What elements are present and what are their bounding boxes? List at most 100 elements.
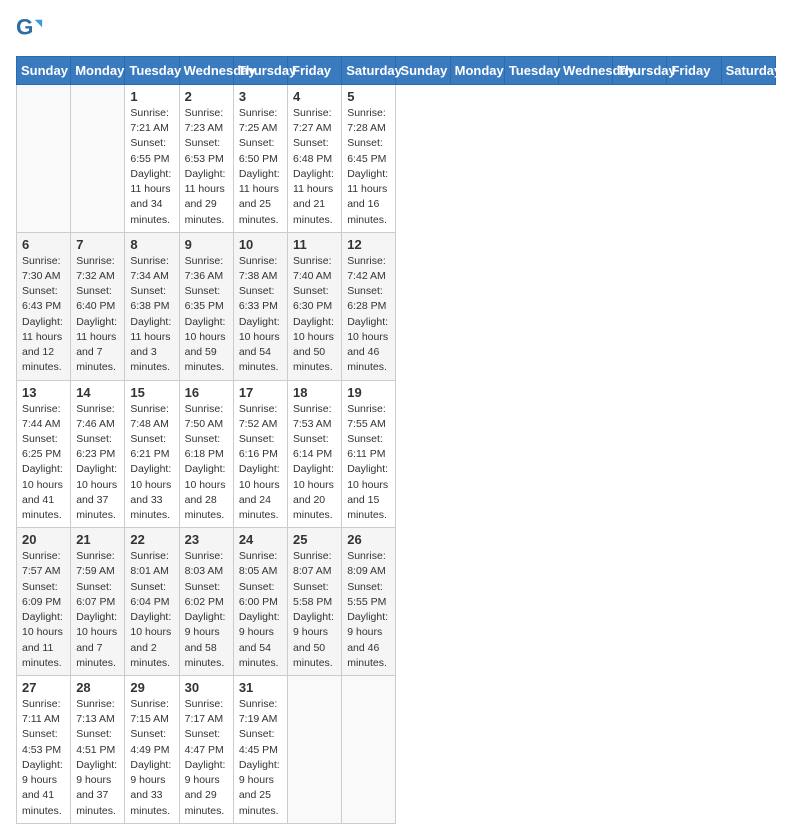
calendar-cell: 5 Sunrise: 7:28 AM Sunset: 6:45 PM Daylig… <box>342 85 396 233</box>
day-header-saturday: Saturday <box>721 57 775 85</box>
calendar-week-row: 27Sunrise: 7:11 AM Sunset: 4:53 PM Dayli… <box>17 676 776 824</box>
day-number: 12 <box>347 237 390 252</box>
calendar-cell: 9Sunrise: 7:36 AM Sunset: 6:35 PM Daylig… <box>179 232 233 380</box>
calendar-cell <box>342 676 396 824</box>
day-number: 31 <box>239 680 282 695</box>
day-number: 9 <box>185 237 228 252</box>
day-number: 13 <box>22 385 65 400</box>
day-number: 5 <box>347 89 390 104</box>
calendar-week-row: 1 Sunrise: 7:21 AM Sunset: 6:55 PM Daylig… <box>17 85 776 233</box>
day-number: 6 <box>22 237 65 252</box>
day-header-friday: Friday <box>288 57 342 85</box>
day-content: Sunrise: 7:13 AM Sunset: 4:51 PM Dayligh… <box>76 697 119 819</box>
day-content: Sunrise: 7:23 AM Sunset: 6:53 PM Dayligh… <box>185 106 228 228</box>
day-content: Sunrise: 7:27 AM Sunset: 6:48 PM Dayligh… <box>293 106 336 228</box>
day-number: 15 <box>130 385 173 400</box>
day-number: 10 <box>239 237 282 252</box>
day-content: Sunrise: 8:07 AM Sunset: 5:58 PM Dayligh… <box>293 549 336 671</box>
day-header-friday: Friday <box>667 57 721 85</box>
day-number: 20 <box>22 532 65 547</box>
calendar-cell <box>17 85 71 233</box>
day-header-sunday: Sunday <box>396 57 450 85</box>
svg-text:G: G <box>16 16 33 40</box>
day-content: Sunrise: 7:28 AM Sunset: 6:45 PM Dayligh… <box>347 106 390 228</box>
day-number: 7 <box>76 237 119 252</box>
day-header-tuesday: Tuesday <box>125 57 179 85</box>
calendar-cell: 7 Sunrise: 7:32 AM Sunset: 6:40 PM Daylig… <box>71 232 125 380</box>
day-number: 8 <box>130 237 173 252</box>
calendar-cell: 12 Sunrise: 7:42 AM Sunset: 6:28 PM Dayli… <box>342 232 396 380</box>
calendar-week-row: 6 Sunrise: 7:30 AM Sunset: 6:43 PM Daylig… <box>17 232 776 380</box>
day-content: Sunrise: 7:40 AM Sunset: 6:30 PM Dayligh… <box>293 254 336 376</box>
day-number: 29 <box>130 680 173 695</box>
calendar-week-row: 20 Sunrise: 7:57 AM Sunset: 6:09 PM Dayli… <box>17 528 776 676</box>
day-content: Sunrise: 7:50 AM Sunset: 6:18 PM Dayligh… <box>185 402 228 524</box>
calendar-cell: 13 Sunrise: 7:44 AM Sunset: 6:25 PM Dayli… <box>17 380 71 528</box>
day-content: Sunrise: 7:34 AM Sunset: 6:38 PM Dayligh… <box>130 254 173 376</box>
day-number: 22 <box>130 532 173 547</box>
calendar-cell: 31 Sunrise: 7:19 AM Sunset: 4:45 PM Dayli… <box>233 676 287 824</box>
logo: G <box>16 16 46 44</box>
calendar-cell: 23 Sunrise: 8:03 AM Sunset: 6:02 PM Dayli… <box>179 528 233 676</box>
calendar-cell: 8 Sunrise: 7:34 AM Sunset: 6:38 PM Daylig… <box>125 232 179 380</box>
calendar-cell: 1 Sunrise: 7:21 AM Sunset: 6:55 PM Daylig… <box>125 85 179 233</box>
calendar-cell: 2 Sunrise: 7:23 AM Sunset: 6:53 PM Daylig… <box>179 85 233 233</box>
calendar-cell: 11 Sunrise: 7:40 AM Sunset: 6:30 PM Dayli… <box>288 232 342 380</box>
day-number: 16 <box>185 385 228 400</box>
calendar-cell: 28 Sunrise: 7:13 AM Sunset: 4:51 PM Dayli… <box>71 676 125 824</box>
day-content: Sunrise: 8:03 AM Sunset: 6:02 PM Dayligh… <box>185 549 228 671</box>
calendar-cell: 10 Sunrise: 7:38 AM Sunset: 6:33 PM Dayli… <box>233 232 287 380</box>
calendar-cell: 25 Sunrise: 8:07 AM Sunset: 5:58 PM Dayli… <box>288 528 342 676</box>
day-content: Sunrise: 7:53 AM Sunset: 6:14 PM Dayligh… <box>293 402 336 524</box>
day-content: Sunrise: 7:21 AM Sunset: 6:55 PM Dayligh… <box>130 106 173 228</box>
calendar-cell <box>288 676 342 824</box>
calendar-cell: 15Sunrise: 7:48 AM Sunset: 6:21 PM Dayli… <box>125 380 179 528</box>
day-content: Sunrise: 7:44 AM Sunset: 6:25 PM Dayligh… <box>22 402 65 524</box>
calendar-cell: 14 Sunrise: 7:46 AM Sunset: 6:23 PM Dayli… <box>71 380 125 528</box>
calendar-cell: 17 Sunrise: 7:52 AM Sunset: 6:16 PM Dayli… <box>233 380 287 528</box>
calendar-cell: 6 Sunrise: 7:30 AM Sunset: 6:43 PM Daylig… <box>17 232 71 380</box>
calendar-cell: 20 Sunrise: 7:57 AM Sunset: 6:09 PM Dayli… <box>17 528 71 676</box>
day-number: 19 <box>347 385 390 400</box>
day-header-monday: Monday <box>450 57 504 85</box>
day-content: Sunrise: 8:01 AM Sunset: 6:04 PM Dayligh… <box>130 549 173 671</box>
day-number: 28 <box>76 680 119 695</box>
day-header-thursday: Thursday <box>613 57 667 85</box>
day-number: 11 <box>293 237 336 252</box>
day-content: Sunrise: 7:52 AM Sunset: 6:16 PM Dayligh… <box>239 402 282 524</box>
day-number: 27 <box>22 680 65 695</box>
calendar-week-row: 13 Sunrise: 7:44 AM Sunset: 6:25 PM Dayli… <box>17 380 776 528</box>
day-content: Sunrise: 7:55 AM Sunset: 6:11 PM Dayligh… <box>347 402 390 524</box>
day-number: 1 <box>130 89 173 104</box>
day-content: Sunrise: 7:19 AM Sunset: 4:45 PM Dayligh… <box>239 697 282 819</box>
day-content: Sunrise: 7:38 AM Sunset: 6:33 PM Dayligh… <box>239 254 282 376</box>
day-number: 23 <box>185 532 228 547</box>
day-content: Sunrise: 7:30 AM Sunset: 6:43 PM Dayligh… <box>22 254 65 376</box>
day-header-monday: Monday <box>71 57 125 85</box>
day-content: Sunrise: 7:57 AM Sunset: 6:09 PM Dayligh… <box>22 549 65 671</box>
day-number: 2 <box>185 89 228 104</box>
calendar-cell: 3Sunrise: 7:25 AM Sunset: 6:50 PM Daylig… <box>233 85 287 233</box>
logo-icon: G <box>16 16 44 44</box>
day-content: Sunrise: 7:32 AM Sunset: 6:40 PM Dayligh… <box>76 254 119 376</box>
day-number: 17 <box>239 385 282 400</box>
calendar-table: SundayMondayTuesdayWednesdayThursdayFrid… <box>16 56 776 824</box>
page-header: G <box>16 16 776 44</box>
calendar-header-row: SundayMondayTuesdayWednesdayThursdayFrid… <box>17 57 776 85</box>
calendar-cell: 4Sunrise: 7:27 AM Sunset: 6:48 PM Daylig… <box>288 85 342 233</box>
calendar-cell: 18Sunrise: 7:53 AM Sunset: 6:14 PM Dayli… <box>288 380 342 528</box>
day-header-tuesday: Tuesday <box>504 57 558 85</box>
day-number: 21 <box>76 532 119 547</box>
calendar-cell: 22 Sunrise: 8:01 AM Sunset: 6:04 PM Dayli… <box>125 528 179 676</box>
calendar-cell: 30Sunrise: 7:17 AM Sunset: 4:47 PM Dayli… <box>179 676 233 824</box>
calendar-cell <box>71 85 125 233</box>
day-number: 25 <box>293 532 336 547</box>
day-number: 26 <box>347 532 390 547</box>
day-content: Sunrise: 7:46 AM Sunset: 6:23 PM Dayligh… <box>76 402 119 524</box>
calendar-cell: 24Sunrise: 8:05 AM Sunset: 6:00 PM Dayli… <box>233 528 287 676</box>
day-header-wednesday: Wednesday <box>179 57 233 85</box>
day-content: Sunrise: 7:42 AM Sunset: 6:28 PM Dayligh… <box>347 254 390 376</box>
day-header-wednesday: Wednesday <box>559 57 613 85</box>
day-number: 14 <box>76 385 119 400</box>
calendar-cell: 29Sunrise: 7:15 AM Sunset: 4:49 PM Dayli… <box>125 676 179 824</box>
